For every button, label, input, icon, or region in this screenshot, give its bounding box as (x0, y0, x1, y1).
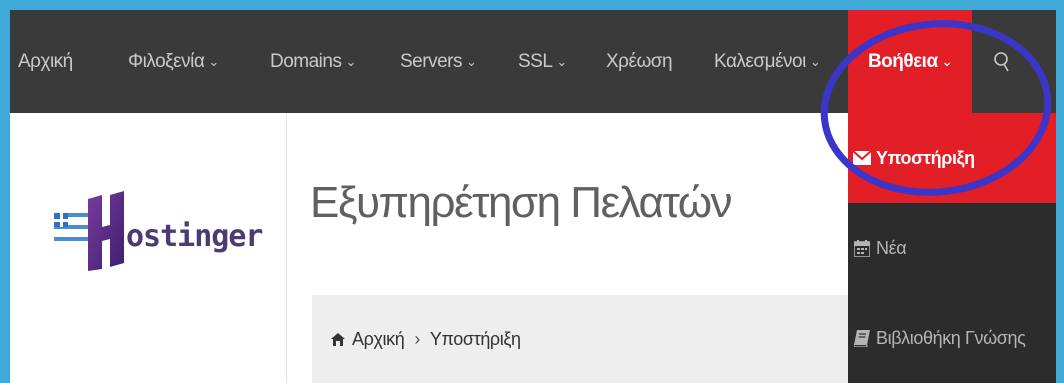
dropdown-item-label: Νέα (876, 237, 907, 258)
nav-item-home[interactable]: Αρχική (18, 10, 73, 113)
logo-mark-icon (54, 191, 124, 271)
nav-item-domains[interactable]: Domains ⌄ (270, 10, 356, 113)
nav-item-servers[interactable]: Servers ⌄ (400, 10, 477, 113)
breadcrumb-separator: › (414, 328, 420, 349)
home-icon (331, 332, 345, 346)
nav-item-ssl[interactable]: SSL ⌄ (518, 10, 567, 113)
nav-item-label: SSL (518, 50, 553, 72)
nav-item-hosting[interactable]: Φιλοξενία ⌄ (128, 10, 219, 113)
dropdown-item-news[interactable]: Νέα (848, 203, 1056, 293)
chevron-down-icon: ⌄ (208, 53, 219, 69)
chevron-down-icon: ⌄ (809, 53, 821, 69)
calendar-icon (852, 238, 872, 258)
nav-item-label: Καλεσμένοι (714, 50, 806, 72)
dropdown-item-knowledge-base[interactable]: Βιβλιοθήκη Γνώσης (848, 293, 1056, 383)
chevron-down-icon: ⌄ (345, 53, 356, 69)
nav-item-help[interactable]: Βοήθεια ⌄ (848, 10, 972, 113)
chevron-down-icon: ⌄ (556, 53, 567, 69)
browser-frame: Αρχική Φιλοξενία ⌄ Domains ⌄ Servers ⌄ S… (10, 10, 1056, 383)
search-button[interactable] (972, 10, 1032, 113)
logo-text: ostinger (126, 219, 263, 254)
nav-item-label: Αρχική (18, 50, 73, 72)
chevron-down-icon: ⌄ (941, 53, 953, 69)
nav-item-label: Βοήθεια (867, 50, 938, 72)
dropdown-item-support[interactable]: Υποστήριξη (848, 113, 1056, 203)
breadcrumb-current: Υποστήριξη (429, 328, 521, 349)
dropdown-item-label: Βιβλιοθήκη Γνώσης (876, 327, 1026, 348)
breadcrumb-home-link[interactable]: Αρχική (352, 329, 405, 350)
book-icon (852, 328, 872, 348)
envelope-icon (852, 148, 872, 168)
help-dropdown-menu: Υποστήριξη Νέα Βιβλιοθήκη Γνώσης (848, 113, 1056, 383)
chevron-down-icon: ⌄ (465, 53, 477, 69)
nav-item-label: Domains (270, 50, 342, 72)
nav-item-invited[interactable]: Καλεσμένοι ⌄ (714, 10, 821, 113)
nav-item-billing[interactable]: Χρέωση (606, 10, 673, 113)
top-navbar: Αρχική Φιλοξενία ⌄ Domains ⌄ Servers ⌄ S… (10, 10, 1056, 113)
hostinger-logo[interactable]: ostinger (48, 191, 263, 271)
dropdown-item-label: Υποστήριξη (876, 147, 975, 168)
nav-item-label: Χρέωση (606, 50, 673, 72)
search-icon (994, 51, 1009, 71)
sidebar: ostinger (10, 113, 287, 383)
nav-item-label: Servers (400, 50, 462, 72)
nav-item-label: Φιλοξενία (128, 50, 205, 72)
page-title: Εξυπηρέτηση Πελατών (310, 178, 733, 227)
breadcrumb: Αρχική › Υποστήριξη (312, 295, 872, 383)
